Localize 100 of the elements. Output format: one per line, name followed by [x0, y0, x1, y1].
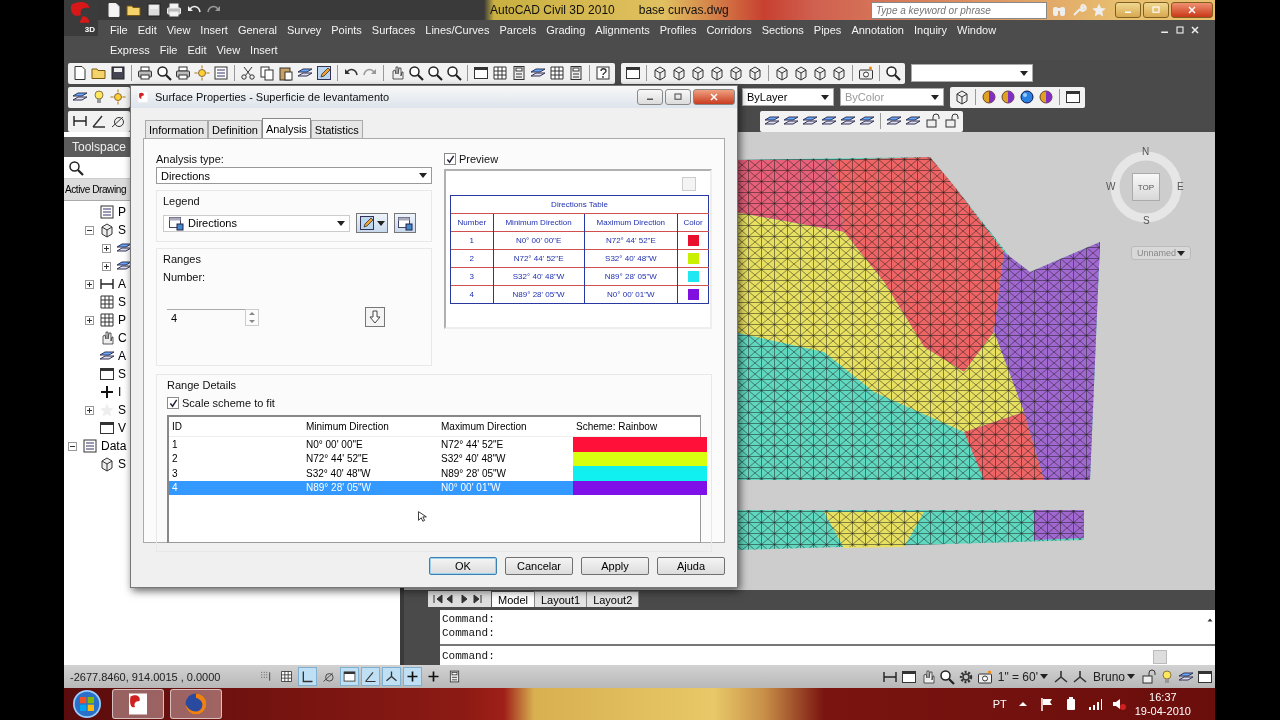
- menu-item[interactable]: Lines/Curves: [425, 24, 490, 36]
- zoom-icon[interactable]: [938, 668, 955, 685]
- menu-item[interactable]: View: [216, 44, 241, 56]
- menu-item[interactable]: Alignments: [595, 24, 650, 36]
- menu-item[interactable]: Parcels: [499, 24, 537, 36]
- view-style-button[interactable]: [394, 213, 416, 233]
- gear-icon[interactable]: [957, 668, 974, 685]
- tree-item[interactable]: A: [118, 349, 126, 363]
- dialog-button[interactable]: Cancelar: [505, 557, 573, 575]
- search-field[interactable]: Type a keyword or phrase: [871, 1, 1047, 19]
- dialog-button[interactable]: Ajuda: [657, 557, 725, 575]
- viewcube-face[interactable]: TOP: [1132, 173, 1160, 201]
- dialog-button[interactable]: Apply: [581, 557, 649, 575]
- checkbox[interactable]: [444, 153, 456, 165]
- expander-icon[interactable]: [85, 225, 94, 235]
- expander-icon[interactable]: [102, 261, 111, 271]
- save-icon[interactable]: [146, 2, 162, 18]
- calculator-icon[interactable]: [568, 65, 584, 81]
- camera-icon[interactable]: [976, 668, 993, 685]
- folder-icon[interactable]: [126, 2, 142, 18]
- menu-item[interactable]: Profiles: [659, 24, 697, 36]
- close-icon[interactable]: [1189, 24, 1201, 36]
- window-icon[interactable]: [900, 668, 917, 685]
- cube-icon[interactable]: [812, 65, 828, 81]
- app-icon[interactable]: [126, 692, 150, 716]
- layout-tab[interactable]: Layout1: [533, 591, 588, 607]
- scissors-icon[interactable]: [240, 65, 256, 81]
- layout-tab[interactable]: Model: [491, 591, 535, 607]
- printer-icon[interactable]: [175, 65, 191, 81]
- printer-icon[interactable]: [137, 65, 153, 81]
- list-icon[interactable]: [213, 65, 229, 81]
- window-icon[interactable]: [625, 65, 641, 81]
- sphere-icon[interactable]: [1000, 89, 1016, 105]
- cube-icon[interactable]: [728, 65, 744, 81]
- menu-item[interactable]: General: [237, 24, 277, 36]
- dynamic-ucs-icon[interactable]: [382, 667, 401, 686]
- menu-item[interactable]: Insert: [200, 24, 228, 36]
- triad-icon[interactable]: [1071, 668, 1088, 685]
- pan-icon[interactable]: [389, 65, 405, 81]
- copy-icon[interactable]: [259, 65, 275, 81]
- workspace-dropdown[interactable]: Bruno: [1090, 667, 1137, 686]
- expander-icon[interactable]: [85, 405, 94, 415]
- dialog-button[interactable]: OK: [429, 557, 497, 575]
- cube-icon[interactable]: [652, 65, 668, 81]
- cube-icon[interactable]: [793, 65, 809, 81]
- cube-icon[interactable]: [831, 65, 847, 81]
- tab[interactable]: Information: [145, 120, 209, 138]
- tree-item[interactable]: Data: [101, 439, 127, 453]
- expander-icon[interactable]: [85, 279, 94, 289]
- tree-item[interactable]: S: [118, 223, 126, 237]
- speaker-icon[interactable]: [1110, 696, 1127, 712]
- language-indicator[interactable]: PT: [992, 698, 1007, 710]
- cube-icon[interactable]: [747, 65, 763, 81]
- grid-icon[interactable]: [492, 65, 508, 81]
- flag-icon[interactable]: [1038, 696, 1055, 712]
- layout-tab[interactable]: Layout2: [586, 591, 640, 607]
- save-icon[interactable]: [110, 65, 126, 81]
- update-button[interactable]: [365, 307, 385, 327]
- tree-item[interactable]: S: [118, 295, 126, 309]
- zoom-icon[interactable]: [156, 65, 172, 81]
- lock-icon[interactable]: [1140, 668, 1156, 685]
- triad-icon[interactable]: [1052, 668, 1069, 685]
- zoom-icon[interactable]: [446, 65, 462, 81]
- list-row[interactable]: 2 N72° 44' 52"E S32° 40' 48"W: [169, 451, 700, 466]
- start-icon[interactable]: [73, 690, 101, 718]
- analysis-type-dropdown[interactable]: Directions: [156, 167, 432, 184]
- app-logo[interactable]: 3D: [64, 0, 98, 36]
- ortho-icon[interactable]: [298, 667, 317, 686]
- tree-item[interactable]: A: [118, 277, 126, 291]
- browser-icon[interactable]: [184, 692, 208, 716]
- menu-item[interactable]: Points: [331, 24, 362, 36]
- help-icon[interactable]: [595, 65, 611, 81]
- folder-icon[interactable]: [91, 65, 107, 81]
- menu-item[interactable]: Sections: [761, 24, 804, 36]
- sphere-icon[interactable]: [981, 89, 997, 105]
- dynamic-input-icon[interactable]: [403, 667, 422, 686]
- edit-icon[interactable]: [316, 65, 332, 81]
- cube-icon[interactable]: [709, 65, 725, 81]
- lock-icon[interactable]: [924, 113, 940, 129]
- sun-icon[interactable]: [194, 65, 210, 81]
- tab[interactable]: Analysis: [261, 118, 311, 138]
- cube-icon[interactable]: [690, 65, 706, 81]
- command-prompt[interactable]: Command:: [442, 649, 495, 662]
- menu-item[interactable]: File: [159, 44, 178, 56]
- menu-item[interactable]: Express: [110, 44, 150, 56]
- restore-icon[interactable]: [672, 91, 684, 103]
- edit-style-button[interactable]: [356, 213, 388, 233]
- bulb-icon[interactable]: [1159, 668, 1175, 685]
- sphere-icon[interactable]: [1019, 89, 1035, 105]
- checkbox[interactable]: [167, 397, 179, 409]
- tab[interactable]: Statistics: [310, 120, 363, 138]
- menu-item[interactable]: Edit: [137, 24, 157, 36]
- expander-icon[interactable]: [68, 441, 77, 451]
- restore-icon[interactable]: [1174, 24, 1186, 36]
- menu-item[interactable]: Annotation: [851, 24, 904, 36]
- window-icon[interactable]: [473, 65, 489, 81]
- cube-icon[interactable]: [774, 65, 790, 81]
- zoom-icon[interactable]: [427, 65, 443, 81]
- menu-item[interactable]: Corridors: [706, 24, 752, 36]
- number-spinner[interactable]: 4: [167, 308, 259, 326]
